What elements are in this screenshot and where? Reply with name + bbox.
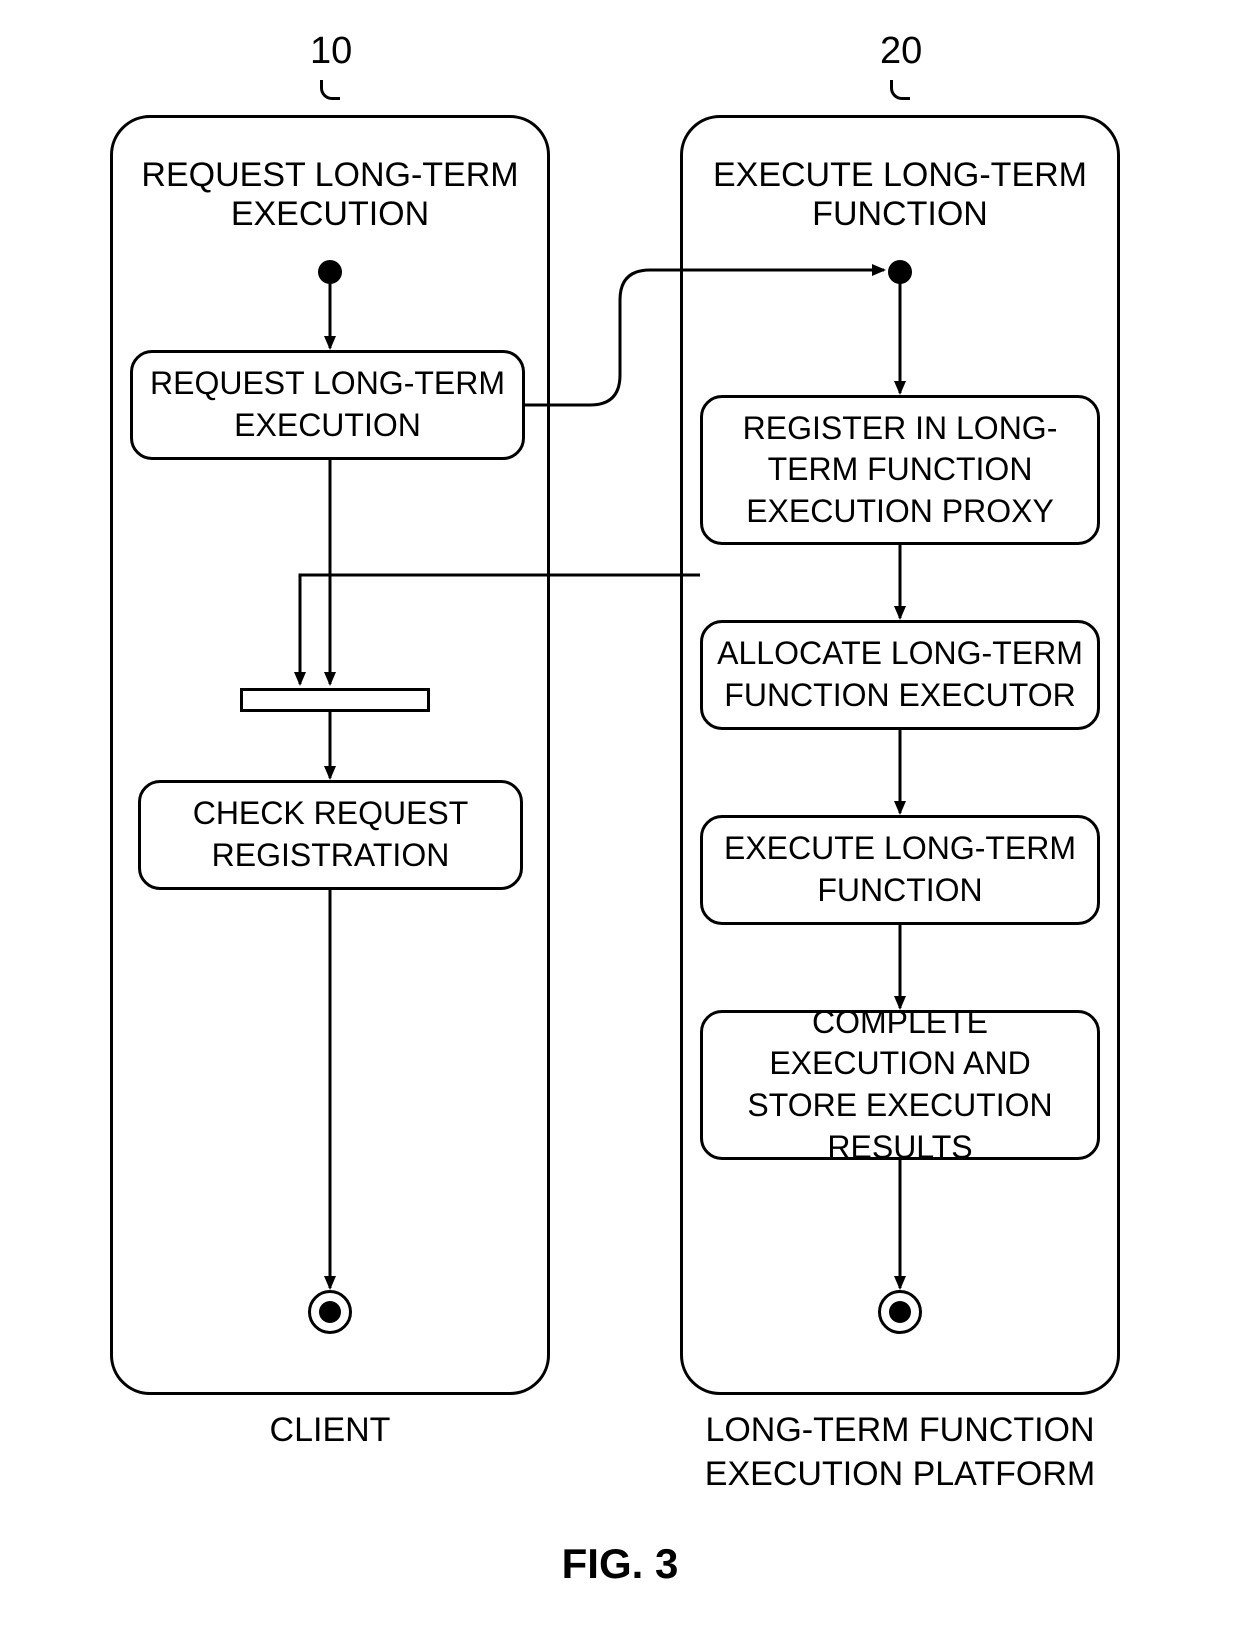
platform-footer: LONG-TERM FUNCTION EXECUTION PLATFORM <box>680 1408 1120 1496</box>
platform-footer-line1: LONG-TERM FUNCTION <box>705 1411 1094 1449</box>
platform-lane-title: EXECUTE LONG-TERM FUNCTION <box>703 156 1097 234</box>
swimlane-platform: EXECUTE LONG-TERM FUNCTION <box>680 115 1120 1395</box>
end-dot-platform-inner <box>889 1301 911 1323</box>
node-complete-store: COMPLETE EXECUTION AND STORE EXECUTION R… <box>700 1010 1100 1160</box>
node-request-long-term-execution: REQUEST LONG-TERM EXECUTION <box>130 350 525 460</box>
platform-footer-line2: EXECUTION PLATFORM <box>705 1455 1095 1493</box>
node-register-in-proxy: REGISTER IN LONG-TERM FUNCTION EXECUTION… <box>700 395 1100 545</box>
end-dot-client <box>308 1290 352 1334</box>
client-lane-title: REQUEST LONG-TERM EXECUTION <box>133 156 527 234</box>
node-execute-function: EXECUTE LONG-TERM FUNCTION <box>700 815 1100 925</box>
node-allocate-executor: ALLOCATE LONG-TERM FUNCTION EXECUTOR <box>700 620 1100 730</box>
end-dot-platform <box>878 1290 922 1334</box>
start-dot-client <box>318 260 342 284</box>
node-check-request-registration: CHECK REQUEST REGISTRATION <box>138 780 523 890</box>
ref-10: 10 <box>310 30 350 73</box>
client-footer: CLIENT <box>110 1408 550 1452</box>
fork-bar <box>240 688 430 712</box>
ref-10-tick <box>320 80 340 100</box>
swimlane-client: REQUEST LONG-TERM EXECUTION <box>110 115 550 1395</box>
figure-title: FIG. 3 <box>0 1540 1240 1588</box>
end-dot-client-inner <box>319 1301 341 1323</box>
start-dot-platform <box>888 260 912 284</box>
ref-20-tick <box>890 80 910 100</box>
ref-20: 20 <box>880 30 920 73</box>
